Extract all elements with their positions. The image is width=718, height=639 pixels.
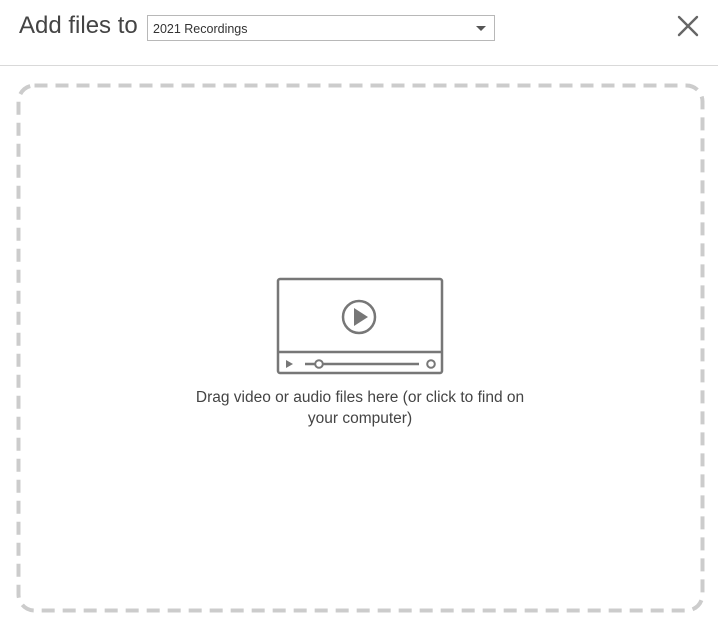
folder-select[interactable]: 2021 Recordings	[147, 15, 495, 41]
dialog-title: Add files to	[19, 12, 138, 39]
dialog-header: Add files to 2021 Recordings	[0, 0, 718, 66]
add-files-dialog: Add files to 2021 Recordings Drag video …	[0, 0, 718, 639]
video-player-icon	[276, 277, 444, 375]
folder-select-value: 2021 Recordings	[153, 22, 248, 36]
dropzone-instruction: Drag video or audio files here (or click…	[195, 389, 525, 427]
close-button[interactable]	[674, 12, 702, 40]
chevron-down-icon	[476, 26, 486, 31]
file-dropzone[interactable]: Drag video or audio files here (or click…	[16, 83, 705, 613]
close-icon	[677, 15, 699, 37]
